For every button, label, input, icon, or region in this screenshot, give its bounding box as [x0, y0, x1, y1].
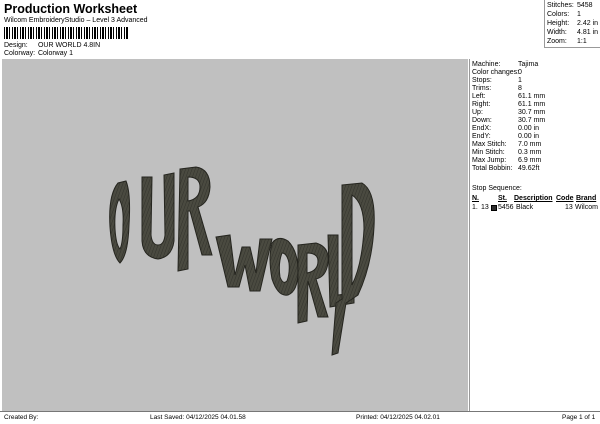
info-left: Left: 61.1 mm — [472, 93, 546, 100]
info-trims: Trims: 8 — [472, 85, 522, 92]
colorway-label: Colorway: — [4, 50, 36, 57]
machine-info-panel: Machine: Tajima Color changes:0 Stops: 1 T… — [469, 59, 600, 411]
colorway-name: Colorway 1 — [37, 50, 73, 57]
row-color-number: 13 — [481, 204, 489, 211]
created-by: Created By: — [4, 414, 39, 421]
worksheet-footer: Created By: Last Saved: 04/12/2025 04.01… — [0, 411, 600, 424]
row-description: Black — [516, 204, 534, 211]
letter-r-2 — [297, 242, 329, 324]
row-stitches: 5456 — [498, 204, 514, 211]
info-color-changes: Color changes:0 — [472, 69, 522, 76]
letter-r — [177, 166, 213, 272]
barcode — [4, 27, 128, 39]
color-swatch — [491, 205, 497, 211]
colorway-row: Colorway: Colorway 1 — [4, 50, 73, 57]
worksheet-header: Production Worksheet Wilcom EmbroiderySt… — [0, 0, 600, 60]
col-st: St. — [498, 195, 507, 202]
stats-box: Stitches: 5458 Colors: 1 Height: 2.42 in Wi… — [544, 0, 600, 48]
info-endy: EndY: 0.00 in — [472, 133, 540, 140]
design-preview — [2, 59, 468, 411]
info-right: Right: 61.1 mm — [472, 101, 546, 108]
info-total-bobbin: Total Bobbin: 49.62ft — [472, 165, 540, 172]
col-brand: Brand — [576, 195, 597, 202]
info-up: Up: 30.7 mm — [472, 109, 546, 116]
info-max-jump: Max Jump: 6.9 mm — [472, 157, 542, 164]
info-stops: Stops: 1 — [472, 77, 522, 84]
letter-o-2 — [269, 237, 299, 296]
design-name: OUR WORLD 4.8IN — [37, 42, 101, 49]
info-min-stitch: Min Stitch: 0.3 mm — [472, 149, 542, 156]
stat-colors: Colors: 1 — [547, 11, 581, 18]
design-row: Design: OUR WORLD 4.8IN — [4, 42, 100, 49]
letter-w — [215, 234, 273, 292]
design-label: Design: — [4, 42, 28, 49]
info-endx: EndX: 0.00 in — [472, 125, 540, 132]
stat-stitches: Stitches: 5458 — [547, 2, 593, 9]
stop-sequence-title: Stop Sequence: — [472, 185, 522, 192]
last-saved: Last Saved: 04/12/2025 04.01.58 — [150, 414, 246, 421]
page-number: Page 1 of 1 — [562, 414, 596, 421]
col-n: N. — [472, 195, 479, 202]
software-name: Wilcom EmbroideryStudio – Level 3 Advanc… — [4, 17, 148, 24]
row-brand: Wilcom — [575, 204, 598, 211]
letter-u — [141, 172, 175, 260]
info-machine: Machine: Tajima — [472, 61, 539, 68]
embroidery-design — [109, 166, 375, 356]
letter-o — [109, 180, 131, 264]
stat-height: Height: 2.42 in — [547, 20, 599, 27]
info-max-stitch: Max Stitch: 7.0 mm — [472, 141, 542, 148]
row-code: 13 — [565, 204, 573, 211]
stat-width: Width: 4.81 in — [547, 29, 599, 36]
row-number: 1. — [472, 204, 478, 211]
printed-date: Printed: 04/12/2025 04.02.01 — [356, 414, 440, 421]
worksheet-title: Production Worksheet — [4, 2, 138, 16]
info-down: Down: 30.7 mm — [472, 117, 546, 124]
table-header: N. St. Description Code Brand — [472, 195, 600, 204]
col-description: Description — [514, 195, 553, 202]
stat-zoom: Zoom: 1:1 — [547, 38, 587, 45]
stop-sequence-table: N. St. Description Code Brand 1. 13 5456… — [472, 195, 600, 213]
col-code: Code — [556, 195, 574, 202]
table-row: 1. 13 5456 Black 13 Wilcom — [472, 204, 600, 213]
